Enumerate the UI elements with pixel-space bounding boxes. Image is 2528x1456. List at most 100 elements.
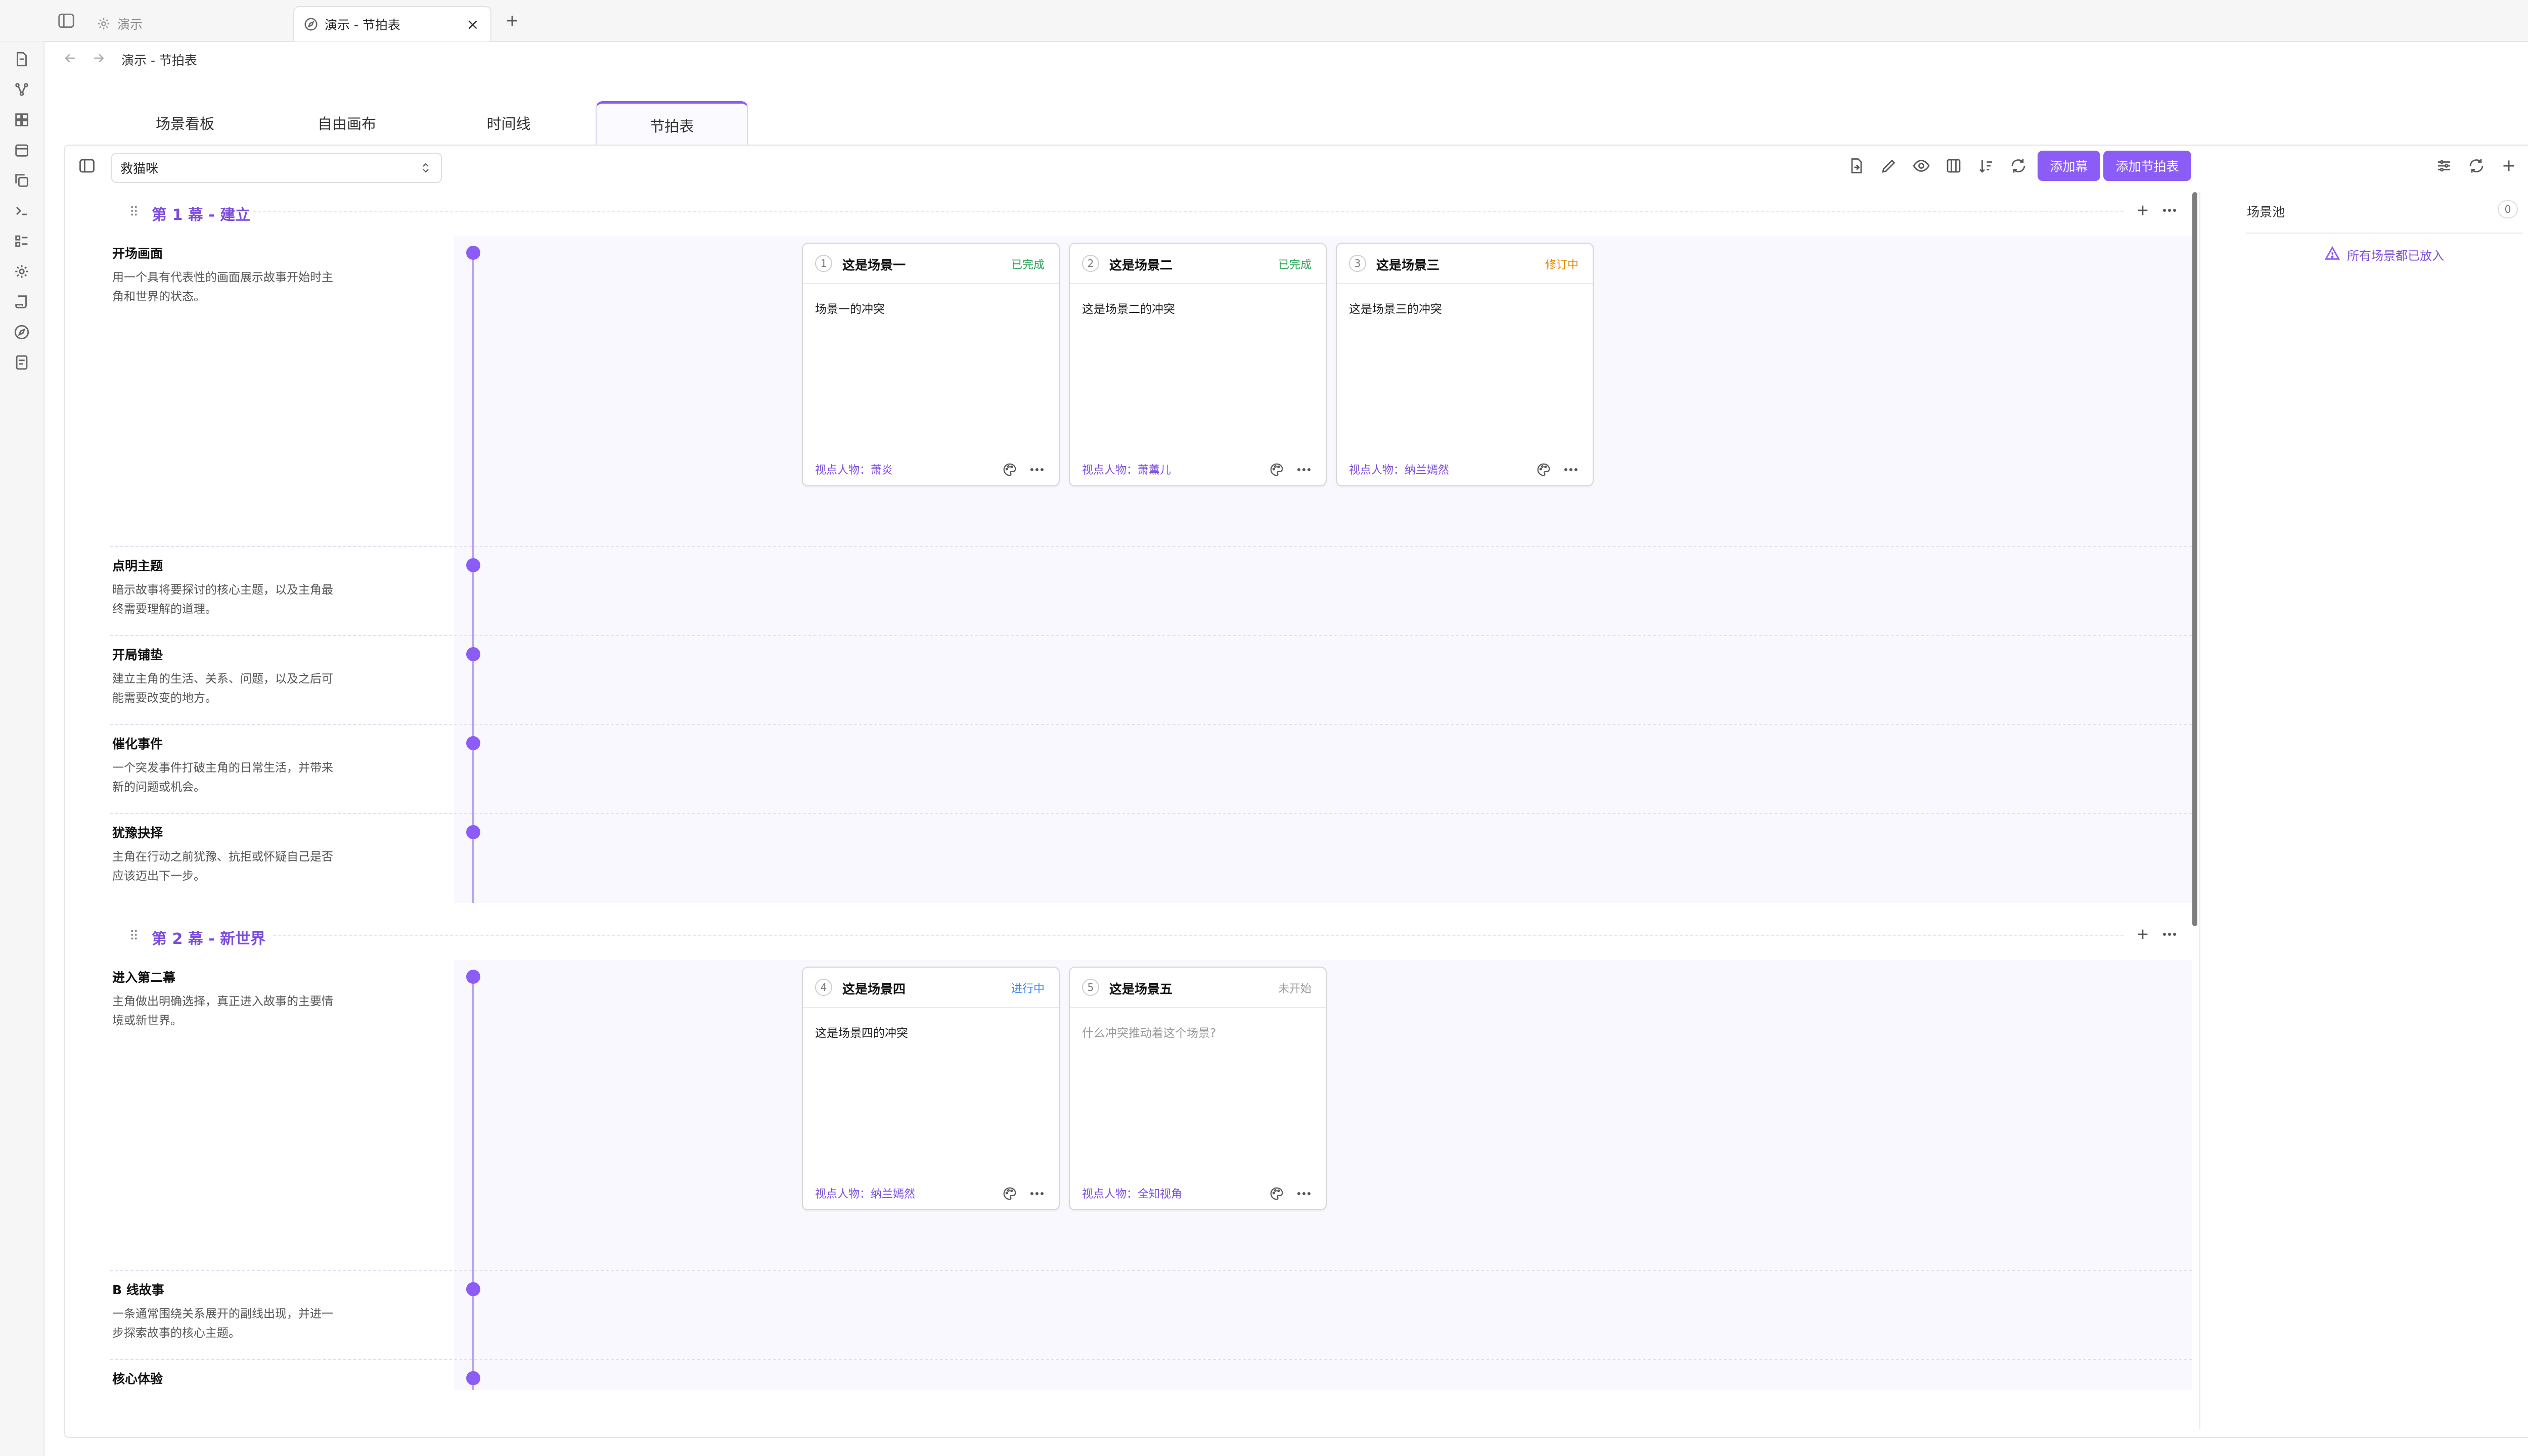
terminal-icon[interactable] [13,202,30,219]
scene-title[interactable]: 这是场景四 [842,979,906,997]
export-icon[interactable] [1847,157,1866,175]
scene-title[interactable]: 这是场景三 [1376,255,1439,274]
close-icon[interactable] [465,17,480,32]
scene-title[interactable]: 这是场景一 [842,255,906,274]
status-badge[interactable]: 已完成 [1011,256,1045,272]
sidebar-toggle-icon[interactable] [57,11,76,30]
more-icon[interactable] [1563,464,1578,475]
beat-lane[interactable] [454,814,2192,903]
scroll-icon[interactable] [13,293,30,310]
scene-number: 3 [1349,255,1366,272]
side-panel-divider [2199,192,2200,1429]
settings-icon[interactable] [13,263,30,280]
panel-toggle-icon[interactable] [78,157,96,175]
breadcrumb: 演示 - 节拍表 [121,53,197,68]
file-icon[interactable] [13,51,30,68]
beat-description: 暗示故事将要探讨的核心主题，以及主角最 终需要理解的道理。 [112,583,333,616]
more-icon[interactable] [1296,1188,1312,1199]
beat-lane[interactable] [454,1360,2192,1390]
status-badge[interactable]: 修订中 [1545,256,1578,272]
more-icon[interactable] [1029,1188,1045,1199]
calendar-icon[interactable] [13,142,30,159]
sync-icon[interactable] [2467,157,2486,175]
beat-lane[interactable] [454,547,2192,635]
beat-lane[interactable] [454,725,2192,813]
add-beat-icon[interactable] [2135,926,2151,942]
pov-character[interactable]: 视点人物：萧薰儿 [1082,461,1171,477]
scene-card[interactable]: 5 这是场景五 未开始 什么冲突推动着这个场景? 视点人物：全知视角 [1069,967,1327,1210]
graph-icon[interactable] [13,81,30,98]
beat-label: 催化事件 一个突发事件打破主角的日常生活，并带来 新的问题或机会。 [112,735,395,797]
beat-lane[interactable] [454,636,2192,724]
tab-free-canvas[interactable]: 自由画布 [266,101,428,145]
columns-icon[interactable] [1945,157,1963,175]
window-tab-beat-sheet[interactable]: 演示 - 节拍表 [293,6,491,41]
copy-icon[interactable] [13,172,30,189]
drag-handle-icon[interactable] [126,927,142,942]
chevron-updown-icon [420,161,432,175]
chevron-down-icon[interactable] [2526,12,2528,29]
scene-conflict[interactable]: 这是场景三的冲突 [1349,299,1442,316]
new-tab-icon[interactable] [504,12,521,29]
tab-beat-sheet[interactable]: 节拍表 [596,101,748,147]
sort-icon[interactable] [1977,157,1995,175]
scrollbar-thumb[interactable] [2192,192,2197,926]
beat-lane[interactable] [454,1271,2192,1359]
add-beat-sheet-button[interactable]: 添加节拍表 [2103,151,2191,181]
scene-card[interactable]: 3 这是场景三 修订中 这是场景三的冲突 视点人物：纳兰嫣然 [1336,243,1594,486]
palette-icon[interactable] [1269,462,1284,477]
palette-icon[interactable] [1002,1186,1017,1201]
status-badge[interactable]: 已完成 [1278,256,1312,272]
tab-scene-board[interactable]: 场景看板 [104,101,266,145]
beat-label: 开场画面 用一个具有代表性的画面展示故事开始时主 角和世界的状态。 [112,245,395,306]
drag-handle-icon[interactable] [126,203,142,218]
act-title[interactable]: 第 1 幕 - 建立 [152,202,250,224]
scene-conflict[interactable]: 什么冲突推动着这个场景? [1082,1023,1216,1040]
scene-conflict[interactable]: 这是场景四的冲突 [815,1023,908,1040]
scene-conflict[interactable]: 场景一的冲突 [815,299,885,316]
grid-icon[interactable] [13,111,30,128]
palette-icon[interactable] [1002,462,1017,477]
template-select[interactable]: 救猫咪 [111,153,442,183]
scene-conflict[interactable]: 这是场景二的冲突 [1082,299,1175,316]
template-select-value: 救猫咪 [120,161,159,176]
add-beat-icon[interactable] [2135,202,2151,218]
pov-character[interactable]: 视点人物：萧炎 [815,461,893,477]
back-arrow-icon[interactable] [63,51,78,66]
pov-character[interactable]: 视点人物：纳兰嫣然 [1349,461,1449,477]
list-icon[interactable] [13,233,30,250]
document-icon[interactable] [13,354,30,371]
palette-icon[interactable] [1269,1186,1284,1201]
scene-pool-count: 0 [2498,200,2518,218]
eye-icon[interactable] [1912,157,1930,175]
beat-description: 建立主角的生活、关系、问题，以及之后可 能需要改变的地方。 [112,672,333,705]
status-badge[interactable]: 进行中 [1011,980,1045,996]
forward-arrow-icon[interactable] [91,51,106,66]
scene-title[interactable]: 这是场景五 [1109,979,1172,997]
scene-card[interactable]: 1 这是场景一 已完成 场景一的冲突 视点人物：萧炎 [802,243,1060,486]
more-icon[interactable] [2162,929,2177,939]
add-act-button[interactable]: 添加幕 [2038,151,2100,181]
scene-card[interactable]: 4 这是场景四 进行中 这是场景四的冲突 视点人物：纳兰嫣然 [802,967,1060,1210]
palette-icon[interactable] [1536,462,1551,477]
tab-timeline[interactable]: 时间线 [428,101,590,145]
more-icon[interactable] [1029,464,1045,475]
status-badge[interactable]: 未开始 [1278,980,1312,996]
add-icon[interactable] [2500,157,2518,175]
beat-description: 主角在行动之前犹豫、抗拒或怀疑自己是否 应该迈出下一步。 [112,850,333,883]
window-tab-demo[interactable]: 演示 [96,6,288,41]
tab-label: 演示 - 节拍表 [325,18,400,32]
pov-character[interactable]: 视点人物：全知视角 [1082,1185,1182,1201]
pov-character[interactable]: 视点人物：纳兰嫣然 [815,1185,915,1201]
compass-icon[interactable] [13,324,30,341]
beat-name: 开局铺垫 [112,648,163,662]
filter-icon[interactable] [2435,157,2453,175]
edit-icon[interactable] [1880,157,1898,175]
act-title[interactable]: 第 2 幕 - 新世界 [152,926,265,948]
left-ribbon [0,41,44,1456]
scene-title[interactable]: 这是场景二 [1109,255,1172,274]
more-icon[interactable] [2162,205,2177,215]
refresh-icon[interactable] [2009,157,2027,175]
scene-card[interactable]: 2 这是场景二 已完成 这是场景二的冲突 视点人物：萧薰儿 [1069,243,1327,486]
more-icon[interactable] [1296,464,1312,475]
